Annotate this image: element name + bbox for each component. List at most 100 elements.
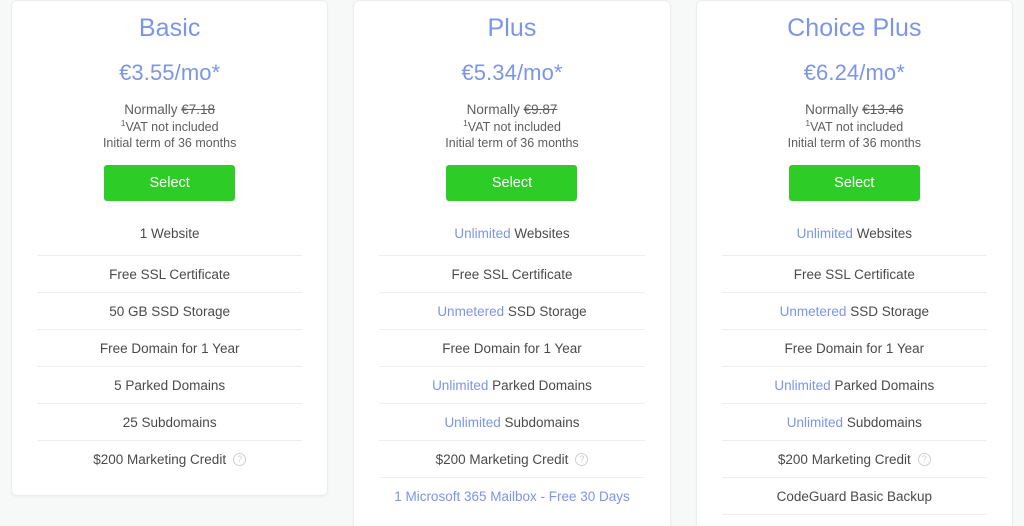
feature-item: Free Domain for 1 Year: [721, 329, 987, 366]
feature-highlight: Unlimited: [454, 226, 511, 241]
help-icon[interactable]: ?: [233, 452, 247, 466]
feature-label: Subdomains: [504, 414, 580, 430]
feature-list-basic: 1 Website Free SSL Certificate 50 GB SSD S…: [12, 219, 327, 477]
help-icon[interactable]: ?: [575, 452, 589, 466]
feature-item: Free SSL Certificate: [379, 255, 645, 292]
feature-item: Unlimited Subdomains: [721, 403, 987, 440]
pricing-plans-row: Basic €3.55/mo* Normally €7.18 1VAT not inc…: [0, 0, 1024, 526]
term-note-choice-plus: Initial term of 36 months: [787, 136, 922, 150]
normally-label: Normally: [124, 102, 178, 117]
feature-label: 1 Microsoft 365 Mailbox - Free 30 Days: [394, 488, 630, 504]
feature-text: $200 Marketing Credit: [93, 451, 226, 468]
card-header-plus: Plus €5.34/mo* Normally €9.87 1VAT not incl…: [354, 1, 669, 201]
feature-label: Websites: [514, 226, 570, 241]
feature-text: Unlimited Websites: [454, 225, 569, 242]
feature-highlight: Unlimited: [774, 377, 831, 393]
feature-label: SSD Storage: [507, 303, 587, 319]
normally-original-price: €13.46: [862, 102, 904, 117]
plan-name-choice-plus: Choice Plus: [787, 14, 922, 42]
feature-text: Unlimited Websites: [797, 225, 912, 242]
feature-item: $200 Marketing Credit?: [37, 440, 303, 477]
plan-normally-price-choice-plus: Normally €13.46: [715, 100, 994, 119]
feature-label: Free SSL Certificate: [451, 266, 573, 282]
plan-name-basic: Basic: [138, 14, 201, 42]
feature-text: 1 Website: [140, 225, 200, 242]
feature-label: SSD Storage: [850, 303, 929, 319]
feature-text: Unmetered SSD Storage: [437, 303, 586, 320]
feature-label: $200 Marketing Credit: [93, 451, 227, 467]
feature-item: 5 Parked Domains: [37, 366, 303, 403]
feature-text: Free Domain for 1 Year: [100, 340, 240, 357]
normally-label: Normally: [805, 102, 859, 117]
feature-highlight: Unlimited: [796, 226, 853, 241]
feature-item: Unmetered SSD Storage: [721, 292, 987, 329]
feature-item: Free Domain for 1 Year: [37, 329, 303, 366]
select-button-plus[interactable]: Select: [446, 165, 578, 201]
feature-text: Unlimited Subdomains: [444, 414, 579, 431]
feature-item: Free Domain for 1 Year: [379, 329, 645, 366]
feature-label: Subdomains: [846, 414, 922, 430]
select-button-basic[interactable]: Select: [104, 165, 236, 201]
feature-text: Unlimited Parked Domains: [432, 377, 592, 394]
feature-text: Unlimited Parked Domains: [774, 377, 934, 394]
feature-label: Free Domain for 1 Year: [99, 340, 240, 356]
feature-item: 25 Subdomains: [37, 403, 303, 440]
feature-item: Unlimited Websites: [722, 219, 987, 255]
feature-label: Free SSL Certificate: [109, 266, 231, 282]
vat-note-plus: 1VAT not included: [372, 119, 651, 135]
feature-label: CodeGuard Basic Backup: [776, 488, 932, 504]
feature-item: Unlimited Parked Domains: [721, 366, 987, 403]
feature-text: Free SSL Certificate: [451, 266, 572, 283]
feature-text: 1 Microsoft 365 Mailbox - Free 30 Days: [394, 488, 630, 505]
feature-highlight: Unmetered: [437, 303, 505, 319]
feature-highlight: Unlimited: [432, 377, 489, 393]
feature-highlight: Unlimited: [786, 414, 844, 430]
feature-text: 25 Subdomains: [123, 414, 217, 431]
feature-item: Free SSL Certificate: [37, 255, 303, 292]
feature-item: 50 GB SSD Storage: [37, 292, 303, 329]
plan-price-choice-plus: €6.24/mo*: [803, 60, 905, 85]
vat-note-choice-plus: 1VAT not included: [715, 119, 994, 135]
feature-item[interactable]: 1 Microsoft 365 Mailbox - Free 30 Days: [721, 514, 987, 526]
normally-original-price: €7.18: [181, 102, 216, 117]
normally-label: Normally: [466, 102, 520, 117]
feature-text: $200 Marketing Credit: [778, 451, 911, 468]
feature-item: 1 Website: [37, 219, 302, 255]
feature-label: 5 Parked Domains: [114, 377, 226, 393]
feature-text: $200 Marketing Credit: [436, 451, 569, 468]
term-note-plus: Initial term of 36 months: [445, 136, 579, 150]
feature-label: 1 Website: [139, 226, 200, 241]
plan-price-basic: €3.55/mo*: [119, 60, 221, 85]
feature-item: Unmetered SSD Storage: [379, 292, 645, 329]
feature-text: Free SSL Certificate: [109, 266, 230, 283]
feature-text: Free Domain for 1 Year: [442, 340, 582, 357]
feature-item[interactable]: 1 Microsoft 365 Mailbox - Free 30 Days: [379, 477, 645, 514]
feature-list-plus: Unlimited Websites Free SSL Certificate Un…: [354, 219, 669, 514]
feature-text: Free Domain for 1 Year: [785, 340, 925, 357]
pricing-card-plus: Plus €5.34/mo* Normally €9.87 1VAT not incl…: [353, 0, 671, 526]
vat-note-text: VAT not included: [467, 120, 561, 134]
feature-label: Websites: [856, 226, 912, 241]
card-header-basic: Basic €3.55/mo* Normally €7.18 1VAT not inc…: [12, 1, 327, 201]
feature-label: Free SSL Certificate: [793, 266, 915, 282]
pricing-card-basic: Basic €3.55/mo* Normally €7.18 1VAT not inc…: [11, 0, 329, 496]
feature-item: CodeGuard Basic Backup: [721, 477, 987, 514]
pricing-card-choice-plus: Choice Plus €6.24/mo* Normally €13.46 1VAT …: [695, 0, 1013, 526]
feature-label: 50 GB SSD Storage: [109, 303, 231, 319]
plan-price-plus: €5.34/mo*: [461, 60, 563, 85]
feature-highlight: Unmetered: [779, 303, 847, 319]
feature-item: Unlimited Parked Domains: [379, 366, 645, 403]
help-icon[interactable]: ?: [917, 452, 931, 466]
feature-text: CodeGuard Basic Backup: [777, 488, 932, 505]
select-button-choice-plus[interactable]: Select: [788, 165, 920, 201]
feature-label: 25 Subdomains: [122, 414, 217, 430]
plan-normally-price-basic: Normally €7.18: [30, 100, 309, 119]
feature-item: Unlimited Websites: [379, 219, 644, 255]
feature-item: Free SSL Certificate: [721, 255, 987, 292]
vat-note-text: VAT not included: [125, 120, 219, 134]
feature-text: Unmetered SSD Storage: [780, 303, 929, 320]
plan-name-plus: Plus: [487, 14, 537, 42]
feature-item: Unlimited Subdomains: [379, 403, 645, 440]
term-note-basic: Initial term of 36 months: [102, 136, 237, 150]
feature-text: 5 Parked Domains: [114, 377, 225, 394]
